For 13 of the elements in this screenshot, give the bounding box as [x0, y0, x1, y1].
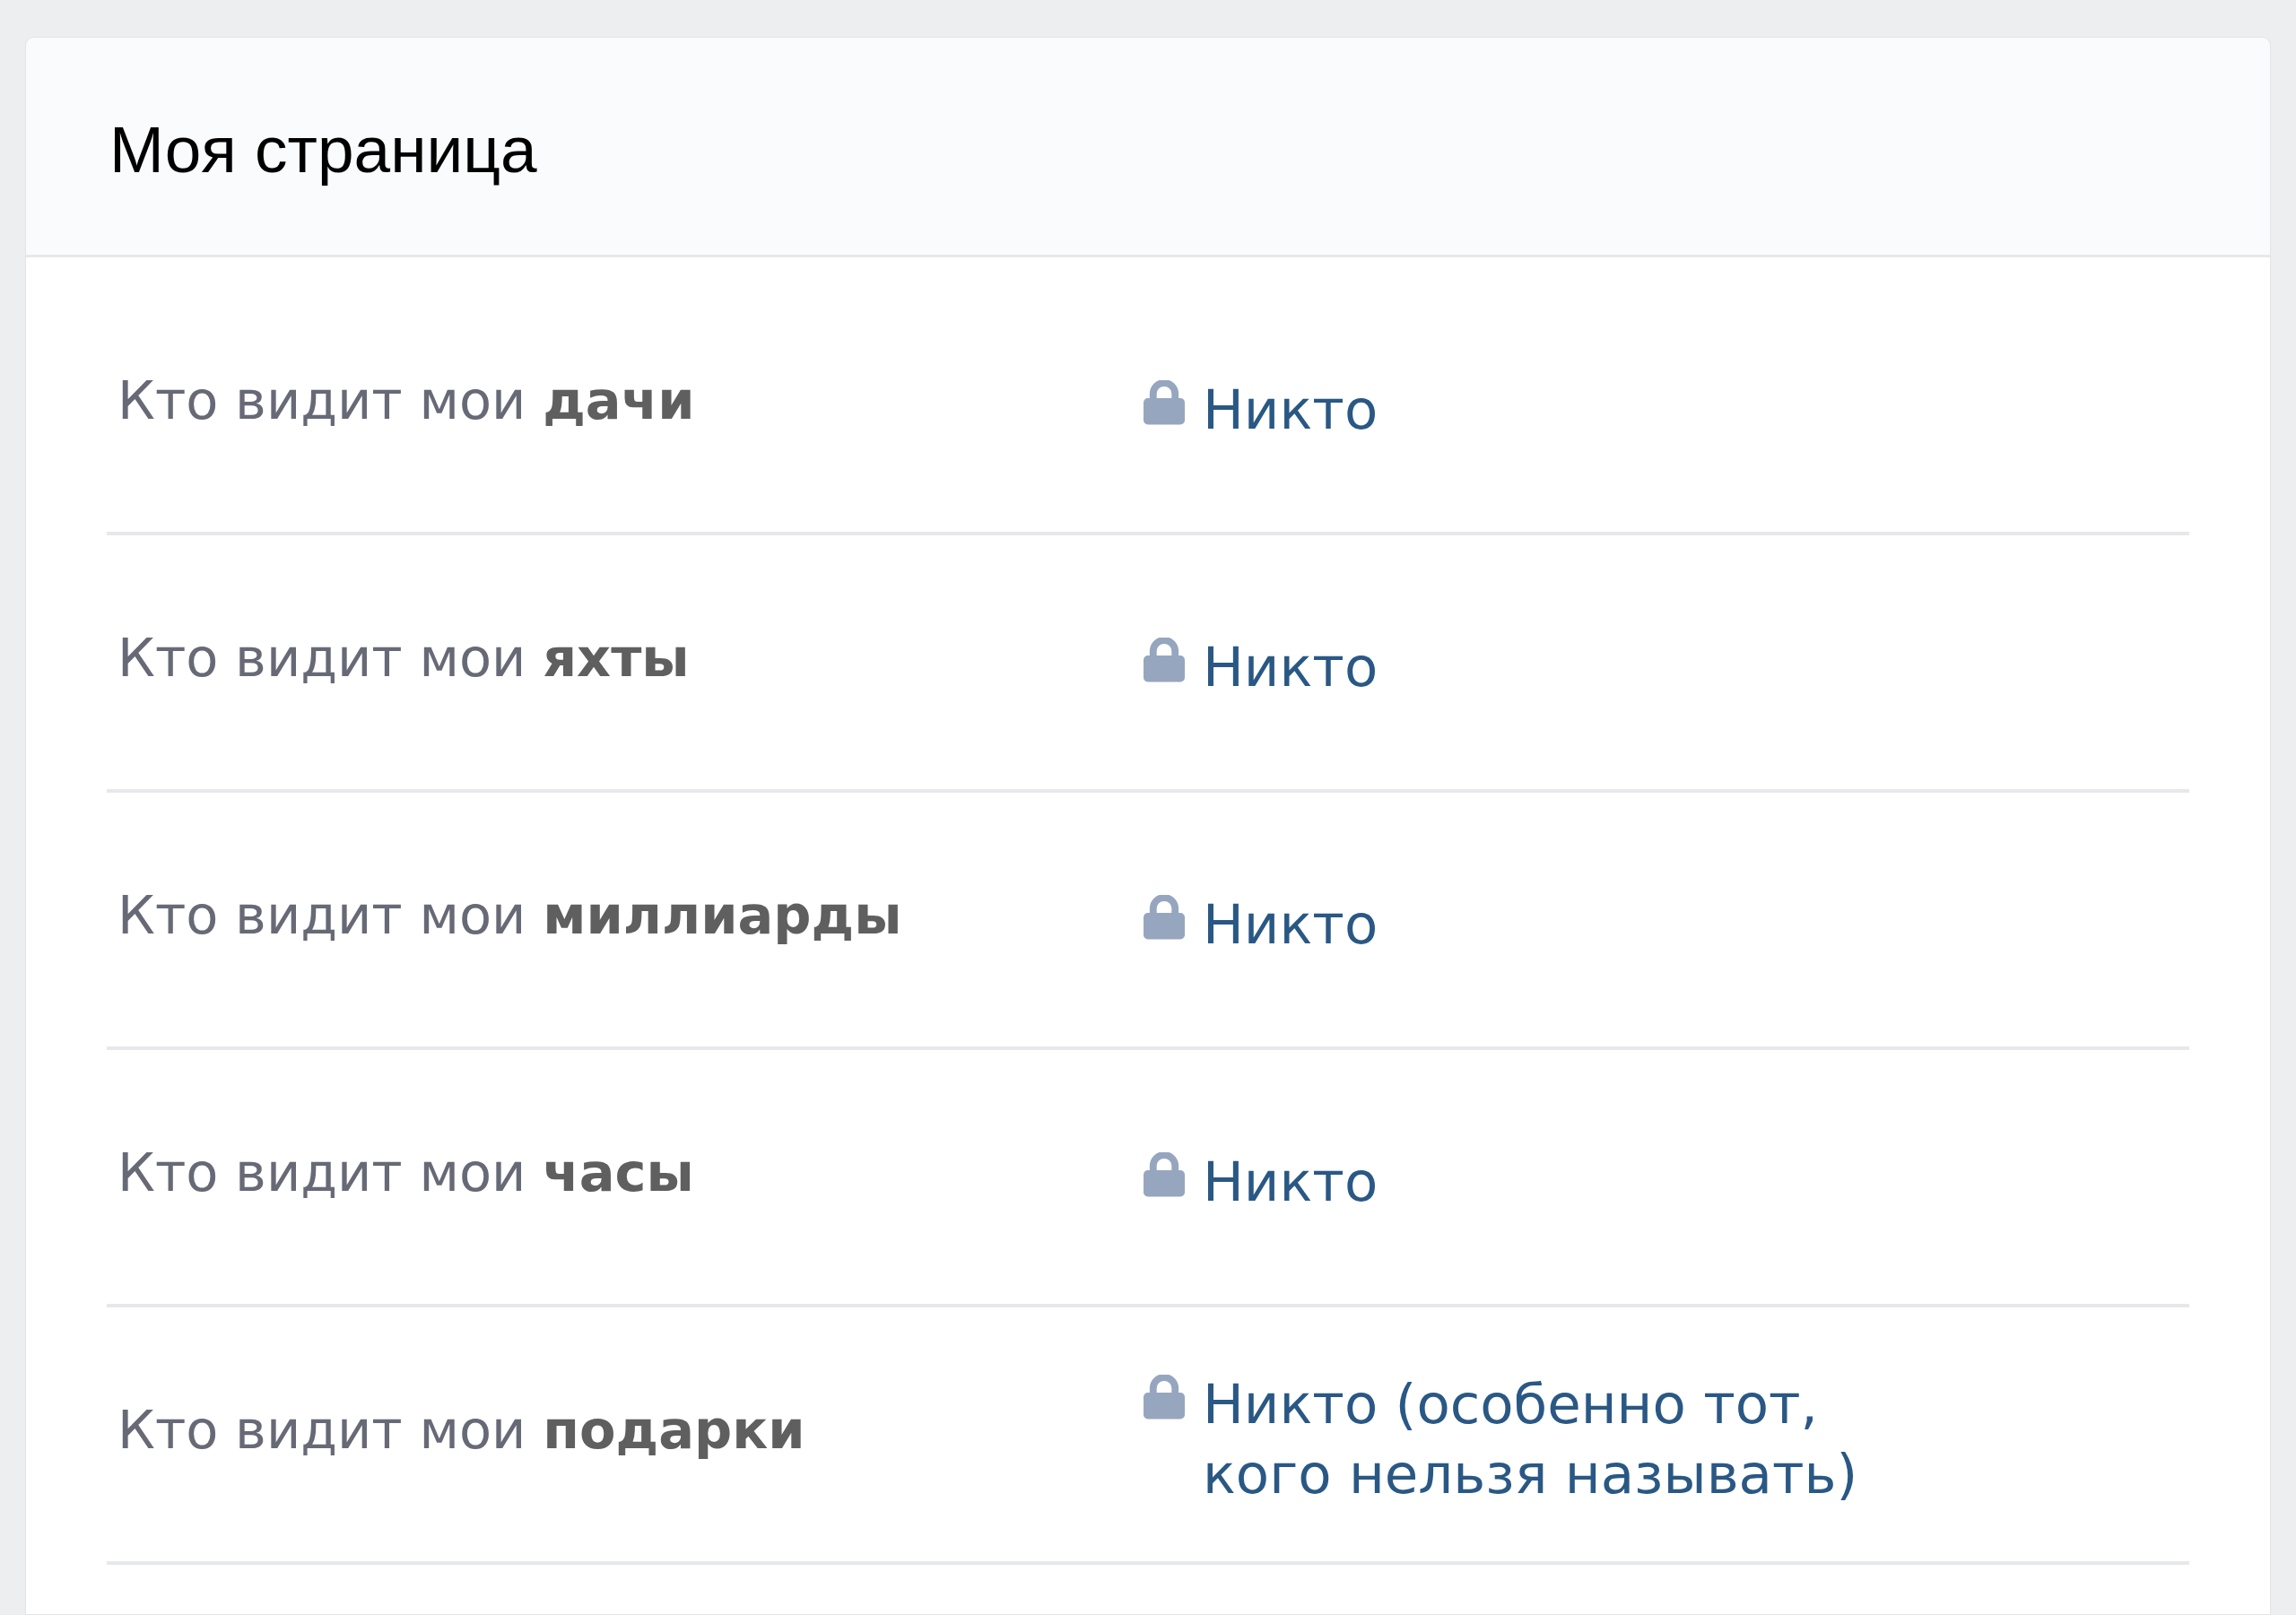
privacy-option-link[interactable]: Никто (особенно тот, кого нельзя называть): [1203, 1368, 1884, 1509]
privacy-option-link[interactable]: Никто: [1203, 889, 1378, 959]
lock-icon: [1144, 379, 1185, 425]
privacy-option-link[interactable]: Никто: [1203, 374, 1378, 445]
lock-icon: [1144, 637, 1185, 682]
lock-icon: [1144, 1374, 1185, 1420]
privacy-option-link[interactable]: Никто: [1203, 631, 1378, 702]
lock-icon: [1144, 894, 1185, 940]
lock-icon: [1144, 1151, 1185, 1197]
privacy-option-link[interactable]: Никто: [1203, 1146, 1378, 1217]
setting-label: Кто видит мои дачи: [117, 374, 695, 427]
setting-label: Кто видит мои яхты: [117, 631, 690, 684]
setting-label: Кто видит мои часы: [117, 1146, 694, 1199]
